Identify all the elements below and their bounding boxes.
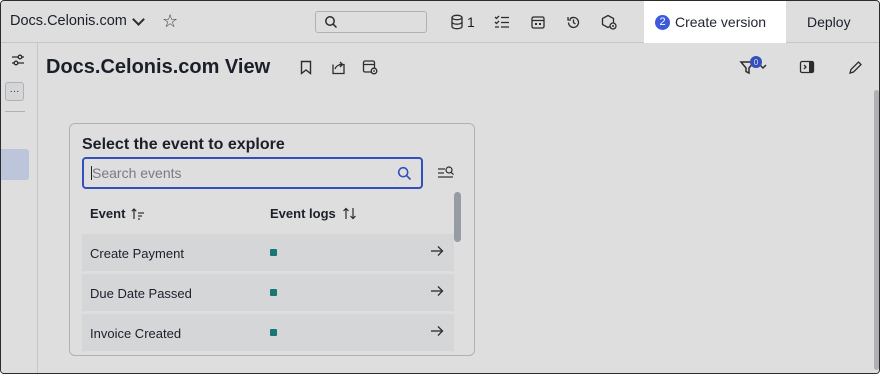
person-search-icon[interactable]	[437, 165, 455, 186]
sort-asc-icon[interactable]	[131, 207, 145, 220]
left-rail: ···	[1, 43, 38, 373]
app-switcher[interactable]: Docs.Celonis.com	[10, 12, 145, 29]
event-row[interactable]: Due Date Passed	[82, 274, 454, 311]
sliders-icon[interactable]	[9, 51, 27, 69]
search-icon	[325, 16, 338, 29]
arrow-right-icon[interactable]	[430, 244, 444, 258]
more-icon[interactable]: ···	[5, 82, 24, 101]
checklist-icon[interactable]	[493, 13, 511, 31]
step-badge: 2	[655, 14, 670, 30]
history-icon[interactable]	[564, 13, 582, 31]
share-icon[interactable]	[329, 58, 347, 76]
arrow-right-icon[interactable]	[430, 284, 444, 298]
filter-count-badge: 0	[750, 56, 762, 68]
event-log-indicator	[270, 249, 277, 256]
event-picker-card: Select the event to explore Event Event …	[69, 123, 475, 356]
event-log-indicator	[270, 329, 277, 336]
main-content: Docs.Celonis.com View 0 Select the event…	[38, 43, 879, 373]
column-header-event[interactable]: Event	[90, 206, 145, 221]
create-version-button[interactable]: 2 Create version	[644, 1, 786, 43]
event-name: Invoice Created	[90, 326, 182, 341]
event-row[interactable]: Invoice Created	[82, 314, 454, 351]
panel-toggle-icon[interactable]	[798, 58, 816, 76]
app-window: Docs.Celonis.com ☆ 1 Deploy ··· Docs.Cel…	[0, 0, 880, 374]
search-icon[interactable]	[397, 166, 412, 181]
star-icon[interactable]: ☆	[162, 12, 178, 30]
data-model-count: 1	[467, 14, 475, 30]
event-name: Create Payment	[90, 246, 184, 261]
column-header-event-logs[interactable]: Event logs	[270, 206, 358, 221]
pencil-icon[interactable]	[846, 58, 864, 76]
column-header-label: Event	[90, 206, 126, 221]
event-name: Due Date Passed	[90, 286, 192, 301]
event-list: Create Payment Due Date Passed Invoice C…	[82, 234, 454, 354]
event-list-scrollbar[interactable]	[454, 192, 461, 242]
create-version-label: Create version	[675, 14, 767, 30]
rail-divider	[5, 111, 25, 112]
bookmark-icon[interactable]	[297, 58, 315, 76]
global-search-input[interactable]	[315, 11, 427, 33]
database-icon[interactable]	[448, 13, 466, 31]
event-search-input[interactable]	[92, 163, 382, 183]
package-settings-icon[interactable]	[600, 13, 618, 31]
rail-selected-item[interactable]	[1, 149, 29, 180]
arrow-right-icon[interactable]	[430, 324, 444, 338]
column-header-label: Event logs	[270, 206, 336, 221]
deploy-button[interactable]: Deploy	[807, 14, 851, 30]
sort-icon[interactable]	[342, 207, 358, 220]
app-title: Docs.Celonis.com	[10, 13, 127, 29]
event-picker-title: Select the event to explore	[82, 136, 285, 153]
page-title: Docs.Celonis.com View	[46, 56, 271, 78]
event-search-field[interactable]	[82, 157, 423, 189]
calendar-icon[interactable]	[529, 13, 547, 31]
view-settings-icon[interactable]	[361, 58, 379, 76]
event-log-indicator	[270, 289, 277, 296]
page-scrollbar[interactable]	[874, 90, 879, 370]
event-row[interactable]: Create Payment	[82, 234, 454, 271]
chevron-down-icon	[131, 12, 145, 26]
